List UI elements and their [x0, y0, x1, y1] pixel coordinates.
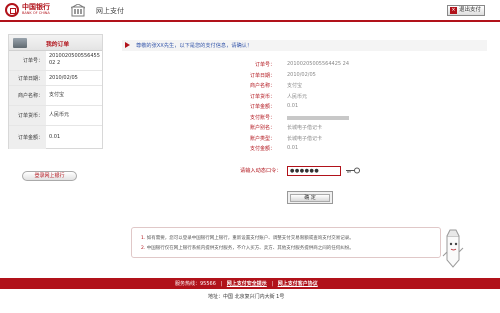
- exit-payment-button[interactable]: × 退出支付: [447, 5, 485, 16]
- detail-value: 0.01: [287, 103, 299, 109]
- detail-value: 长城电子借记卡: [287, 125, 323, 131]
- tip-text: 中国银行仅在网上银行系统内提供支付服务，不介入买方、卖方、其他支付服务提供商之间…: [146, 246, 354, 251]
- tips-box: 1. 如有需要，您可以登录中国银行网上银行，重新设置支付账户、调整支付交易限额或…: [131, 227, 441, 258]
- order-row-value: 0.01: [49, 134, 61, 140]
- customer-agreement-link[interactable]: 网上支付客户协议: [278, 281, 318, 287]
- detail-row: 支付账号：: [215, 113, 385, 124]
- close-icon: ×: [450, 7, 457, 14]
- order-row-label: 订单日期：: [9, 71, 46, 85]
- detail-label: 订单号：: [254, 62, 275, 68]
- building-icon: [71, 4, 85, 17]
- order-row: 商户名称： 支付宝: [9, 86, 102, 106]
- order-row-value: 201002050055645502 2: [49, 53, 100, 66]
- tip-line: 2. 中国银行仅在网上银行系统内提供支付服务，不介入买方、卖方、其他支付服务提供…: [141, 245, 354, 251]
- detail-row: 订单货币： 人民币元: [215, 92, 385, 103]
- dynamic-password-input[interactable]: ●●●●●●: [287, 166, 341, 176]
- notice-text: 尊敬的张XX先生，以下是您的支付信息，请确认！: [136, 43, 253, 49]
- detail-row: 订单号： 20100205005564425 24: [215, 60, 385, 71]
- payment-page: 中国银行 BANK OF CHINA 网上支付 × 退出支付 我的订单 订单号：…: [0, 0, 500, 313]
- bank-logo: 中国银行 BANK OF CHINA: [5, 2, 60, 19]
- header: 中国银行 BANK OF CHINA 网上支付 × 退出支付: [0, 0, 500, 22]
- exit-payment-label: 退出支付: [458, 7, 481, 13]
- order-row-value: 人民币元: [49, 112, 70, 118]
- confirm-frame: 确 定: [287, 191, 333, 204]
- payment-details: 订单号： 20100205005564425 24 订单日期： 2010/02/05…: [215, 60, 385, 155]
- order-row-label: 订单金额：: [9, 126, 46, 149]
- detail-label: 商户名称：: [249, 83, 275, 89]
- detail-row: 商户名称： 支付宝: [215, 81, 385, 92]
- order-panel-header: 我的订单: [9, 35, 102, 51]
- notice-bar: 尊敬的张XX先生，以下是您的支付信息，请确认！: [122, 40, 487, 51]
- detail-value: 2010/02/05: [287, 71, 316, 78]
- order-row: 订单号： 201002050055645502 2: [9, 51, 102, 71]
- login-online-banking-button[interactable]: 登录网上银行: [22, 171, 77, 181]
- order-panel-title: 我的订单: [46, 42, 70, 48]
- detail-label: 订单货币：: [249, 93, 275, 100]
- detail-value: 支付宝: [287, 83, 303, 89]
- arrow-right-icon: [125, 42, 130, 48]
- detail-label: 订单金额：: [249, 104, 275, 110]
- order-row-label: 订单号：: [9, 51, 46, 70]
- order-row-value: 支付宝: [49, 92, 65, 98]
- order-panel: 我的订单 订单号： 201002050055645502 2 订单日期： 201…: [8, 34, 103, 149]
- key-icon[interactable]: [346, 167, 360, 174]
- detail-value: 20100205005564425 24: [287, 61, 350, 67]
- security-tips-link[interactable]: 网上支付安全提示: [227, 281, 267, 287]
- card-icon: [13, 38, 27, 48]
- detail-row: 账户别名： 长城电子借记卡: [215, 123, 385, 134]
- masked-account-number: [287, 115, 349, 120]
- footer-links: 服务热线：95566 | 网上支付安全提示 | 网上支付客户协议: [175, 281, 318, 287]
- tip-text: 如有需要，您可以登录中国银行网上银行，重新设置支付账户、调整支付交易限额或查询支…: [146, 236, 354, 241]
- order-row-label: 商户名称：: [9, 86, 46, 105]
- detail-row: 账户类型： 长城电子借记卡: [215, 134, 385, 145]
- bank-address: 地址：中国 北京复兴门内大街 1号: [208, 294, 285, 300]
- order-row-value: 2010/02/05: [49, 75, 78, 81]
- detail-value: 长城电子借记卡: [287, 135, 323, 142]
- page-title: 网上支付: [96, 7, 124, 15]
- detail-row: 订单日期： 2010/02/05: [215, 71, 385, 82]
- detail-label: 账户别名：: [249, 125, 275, 131]
- order-row-label: 订单货币：: [9, 106, 46, 125]
- logo-en-text: BANK OF CHINA: [22, 11, 50, 15]
- detail-label: 支付金额：: [249, 146, 275, 152]
- order-row: 订单货币： 人民币元: [9, 106, 102, 126]
- detail-label: 支付账号：: [249, 114, 275, 121]
- bank-logo-icon: [5, 3, 19, 17]
- detail-label: 订单日期：: [249, 72, 275, 79]
- order-row: 订单金额： 0.01: [9, 126, 102, 149]
- detail-value: 人民币元: [287, 93, 308, 100]
- dynamic-password-label: 请输入动态口令：: [240, 168, 282, 174]
- detail-row: 支付金额： 0.01: [215, 144, 385, 155]
- detail-value: 0.01: [287, 145, 299, 151]
- service-hotline: 服务热线：95566: [175, 281, 216, 287]
- order-row: 订单日期： 2010/02/05: [9, 71, 102, 86]
- confirm-button[interactable]: 确 定: [290, 194, 330, 202]
- detail-label: 账户类型：: [249, 135, 275, 142]
- tip-line: 1. 如有需要，您可以登录中国银行网上银行，重新设置支付账户、调整支付交易限额或…: [141, 235, 354, 241]
- pencil-mascot-icon: [442, 229, 464, 268]
- tip-number: 2.: [141, 246, 146, 251]
- tip-number: 1.: [141, 236, 146, 241]
- detail-row: 订单金额： 0.01: [215, 102, 385, 113]
